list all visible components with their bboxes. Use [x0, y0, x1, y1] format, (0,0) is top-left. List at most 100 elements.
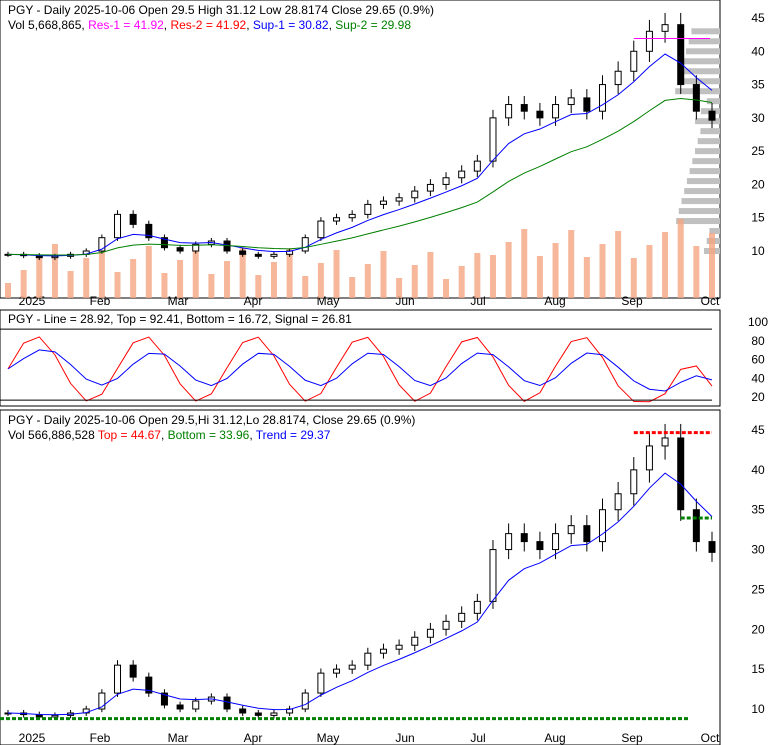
volume-bar [489, 255, 496, 298]
chart-canvas: 10152025303540452025 Feb Mar Apr May Jun Jul Au… [0, 0, 768, 745]
volume-bar [709, 233, 715, 298]
candle-body [317, 672, 325, 694]
y-tick-label: 30 [751, 111, 765, 125]
price-title: PGY - Daily 2025-10-06 Open 29.5 High 31… [8, 3, 434, 17]
candle-body [473, 160, 481, 172]
candle-body [395, 644, 403, 650]
candle-body [270, 712, 278, 716]
volume-bar [599, 244, 606, 298]
candle-body [645, 30, 653, 52]
volume-bar [130, 259, 137, 298]
candle-body [442, 177, 450, 185]
oscillator-panel: 20 40 60 80 100 [0, 315, 768, 404]
y-tick-label: 25 [751, 144, 765, 158]
volume-bar [427, 252, 434, 298]
volume-bar [114, 272, 121, 298]
trend-line [7, 53, 713, 257]
price-panel-frame [0, 0, 721, 299]
volume-bar [224, 261, 231, 298]
candle-body [270, 253, 278, 257]
volume-profile-bar [697, 138, 720, 145]
y-tick-label: 25 [751, 582, 765, 596]
y-tick-label: 20 [751, 390, 765, 404]
trend-legend: Vol 566,886,528 Top = 44.67, Bottom = 33… [8, 428, 331, 442]
volume-profile-bar [684, 188, 720, 195]
x-tick-label: Aug [544, 731, 565, 745]
x-tick-label: Apr [244, 731, 263, 745]
x-tick-label: Oct [701, 731, 720, 745]
candle-body [176, 704, 184, 710]
candle-body [129, 213, 137, 225]
volume-bar [349, 277, 356, 298]
y-tick-label: 20 [751, 622, 765, 636]
candle-body [239, 708, 247, 714]
volume-bar [302, 276, 309, 298]
y-tick-label: 60 [751, 353, 765, 367]
candle-body [176, 247, 184, 252]
volume-profile-bar [688, 38, 720, 45]
candle-body [458, 170, 466, 179]
candle-body [442, 620, 450, 630]
trend-panel-frame [0, 409, 721, 745]
candle-body [598, 509, 606, 543]
volume-profile-bar [706, 98, 720, 105]
candle-body [552, 104, 560, 119]
candle-body [51, 714, 59, 718]
candle-body [692, 509, 700, 543]
volume-profile-bar [700, 128, 720, 135]
x-tick-label: Feb [90, 731, 111, 745]
volume-profile-bar [691, 28, 720, 35]
candle-body [630, 469, 638, 495]
trend-panel: 10152025303540452025 Feb Mar Apr May Jun Jul Au… [0, 423, 765, 745]
candle-body [239, 250, 247, 255]
volume-bar [317, 263, 324, 298]
candle-body [692, 84, 700, 112]
price-panel: 10152025303540452025 Feb Mar Apr May Jun Jul Au… [4, 11, 765, 308]
legend-vol2: Vol 566,886,528 [8, 428, 95, 442]
x-tick-label: Jun [395, 731, 414, 745]
candle-body [614, 493, 622, 511]
candle-body [583, 97, 591, 112]
legend-sup2: Sup-2 = 29.98 [335, 18, 411, 32]
legend-trend: Trend = 29.37 [256, 428, 331, 442]
volume-bar [474, 253, 481, 298]
volume-profile-bar [686, 48, 720, 55]
candle-body [489, 117, 497, 162]
volume-bar [380, 251, 387, 298]
volume-bar [646, 245, 653, 298]
candle-body [583, 525, 591, 543]
y-tick-label: 40 [751, 44, 765, 58]
candle-body [677, 24, 685, 86]
candle-body [301, 692, 309, 710]
candle-body [411, 190, 419, 199]
volume-bar [662, 232, 669, 298]
candle-body [364, 652, 372, 666]
candle-body [395, 197, 403, 202]
volume-bar [51, 244, 58, 298]
volume-profile-bar [689, 168, 720, 175]
legend-vol: Vol 5,668,865 [8, 18, 82, 32]
candle-body [348, 664, 356, 670]
candle-body [348, 213, 356, 219]
candle-body [630, 50, 638, 72]
volume-bar [396, 278, 403, 298]
volume-profile-bar [692, 158, 720, 165]
legend-bottom: Bottom = 33.96 [168, 428, 250, 442]
y-tick-label: 80 [751, 334, 765, 348]
candle-body [567, 97, 575, 106]
volume-bar [458, 266, 465, 298]
candle-body [333, 217, 341, 222]
candle-body [473, 600, 481, 614]
candle-body [114, 664, 122, 694]
oscillator-line [7, 336, 713, 403]
candle-body [489, 549, 497, 602]
y-tick-label: 40 [751, 371, 765, 385]
candle-body [552, 533, 560, 551]
candle-body [192, 700, 200, 710]
candle-body [379, 200, 387, 205]
volume-profile-bar [683, 58, 720, 65]
volume-profile-bar [695, 148, 720, 155]
volume-bar [208, 274, 215, 298]
candle-body [458, 612, 466, 622]
legend-res2: Res-2 = 41.92 [170, 18, 246, 32]
